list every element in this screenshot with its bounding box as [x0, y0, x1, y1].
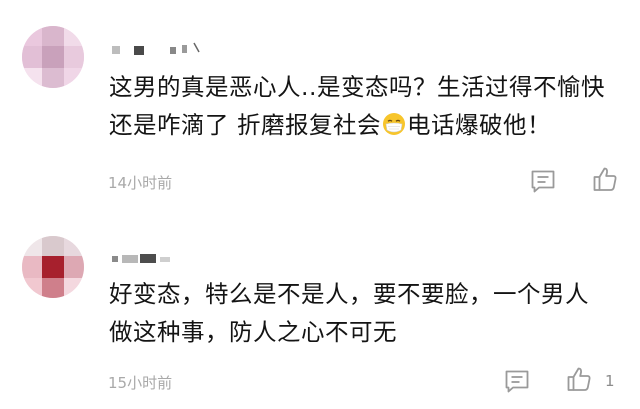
comment-text-line: 好变态，特么是不是人，要不要脸，一个男人: [109, 280, 589, 308]
username-redacted[interactable]: [110, 40, 200, 58]
comment-text-line: 做这种事，防人之心不可无: [109, 318, 397, 346]
comment-icon[interactable]: [530, 168, 556, 194]
comment-timestamp: 14小时前: [108, 174, 173, 192]
avatar[interactable]: [22, 236, 84, 298]
comment-text: 好变态，特么是不是人，要不要脸，一个男人 做这种事，防人之心不可无: [109, 275, 609, 351]
comment-icon[interactable]: [504, 368, 530, 394]
comment-text: 这男的真是恶心人..是变态吗？生活过得不愉快 还是咋滴了 折磨报复社会 电话爆破…: [109, 68, 609, 144]
comment-text-segment: 电话爆破他！: [406, 111, 551, 139]
comment-text-line: 还是咋滴了 折磨报复社会 电话爆破他！: [109, 106, 609, 144]
comment-text-segment: 还是咋滴了 折磨报复社会: [109, 111, 381, 139]
like-count: 1: [605, 372, 615, 390]
username-redacted[interactable]: [110, 248, 200, 266]
thumbs-up-icon[interactable]: [566, 366, 592, 392]
face-with-medical-mask-icon: [382, 109, 406, 135]
comment-text-line: 这男的真是恶心人..是变态吗？生活过得不愉快: [109, 73, 605, 101]
avatar[interactable]: [22, 26, 84, 88]
thumbs-up-icon[interactable]: [592, 166, 618, 192]
comment-timestamp: 15小时前: [108, 374, 173, 392]
